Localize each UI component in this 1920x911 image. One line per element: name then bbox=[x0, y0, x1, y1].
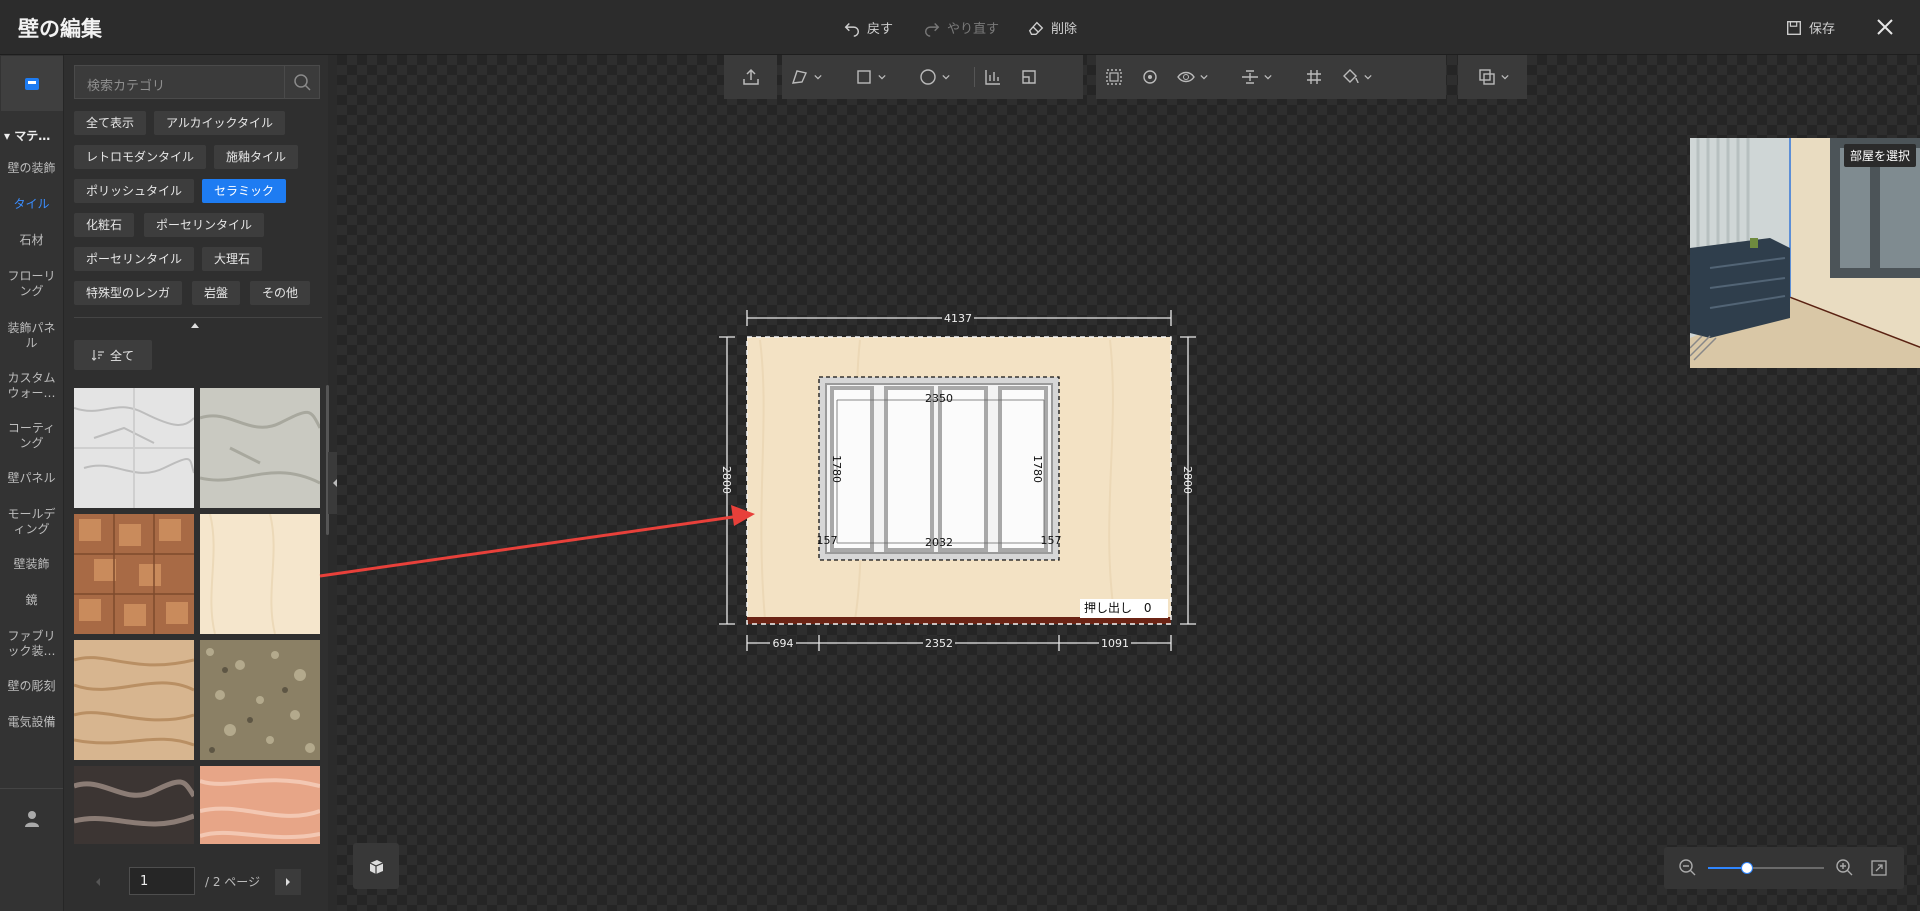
dim-bottom-right-label: 1091 bbox=[1099, 636, 1131, 650]
room-preview-image bbox=[1690, 138, 1920, 368]
dim-window-left-label: 1780 bbox=[830, 455, 843, 483]
svg-text:694: 694 bbox=[773, 637, 794, 650]
zoom-slider-handle[interactable] bbox=[1741, 862, 1753, 874]
dim-right-label: 2800 bbox=[1181, 466, 1194, 494]
wall-drawing: 4137 2800 2800 2350 1780 1780 2032 157 1… bbox=[319, 310, 1196, 651]
dim-left-label: 2800 bbox=[720, 466, 733, 494]
dim-bottom-left-label: 694 bbox=[770, 636, 796, 650]
svg-text:4137: 4137 bbox=[944, 312, 972, 325]
baseboard bbox=[747, 617, 1171, 624]
svg-text:1091: 1091 bbox=[1101, 637, 1129, 650]
zoom-control bbox=[1664, 847, 1904, 889]
drag-arrow-indicator bbox=[319, 505, 755, 578]
svg-text:2352: 2352 bbox=[925, 637, 953, 650]
extrude-label: 押し出し bbox=[1084, 601, 1133, 615]
3d-view-button[interactable] bbox=[353, 843, 399, 889]
dim-corner-right-label: 157 bbox=[1041, 534, 1062, 547]
cube-icon bbox=[369, 860, 384, 874]
dim-window-top-label: 2350 bbox=[925, 392, 953, 405]
select-room-button[interactable]: 部屋を選択 bbox=[1843, 144, 1916, 167]
zoom-out-icon[interactable] bbox=[1678, 858, 1698, 878]
dim-top-label: 4137 bbox=[942, 311, 974, 325]
fit-screen-icon[interactable] bbox=[1870, 859, 1888, 877]
zoom-in-icon[interactable] bbox=[1835, 858, 1855, 878]
room-preview[interactable]: 部屋を選択 bbox=[1690, 138, 1920, 368]
dim-corner-left-label: 157 bbox=[817, 534, 838, 547]
dim-window-right-label: 1780 bbox=[1031, 455, 1044, 483]
dim-window-bottom-label: 2032 bbox=[925, 536, 953, 549]
dim-bottom-mid-label: 2352 bbox=[923, 636, 955, 650]
extrude-value: 0 bbox=[1143, 601, 1152, 615]
extrude-field[interactable]: 押し出し 0 bbox=[1080, 599, 1168, 618]
